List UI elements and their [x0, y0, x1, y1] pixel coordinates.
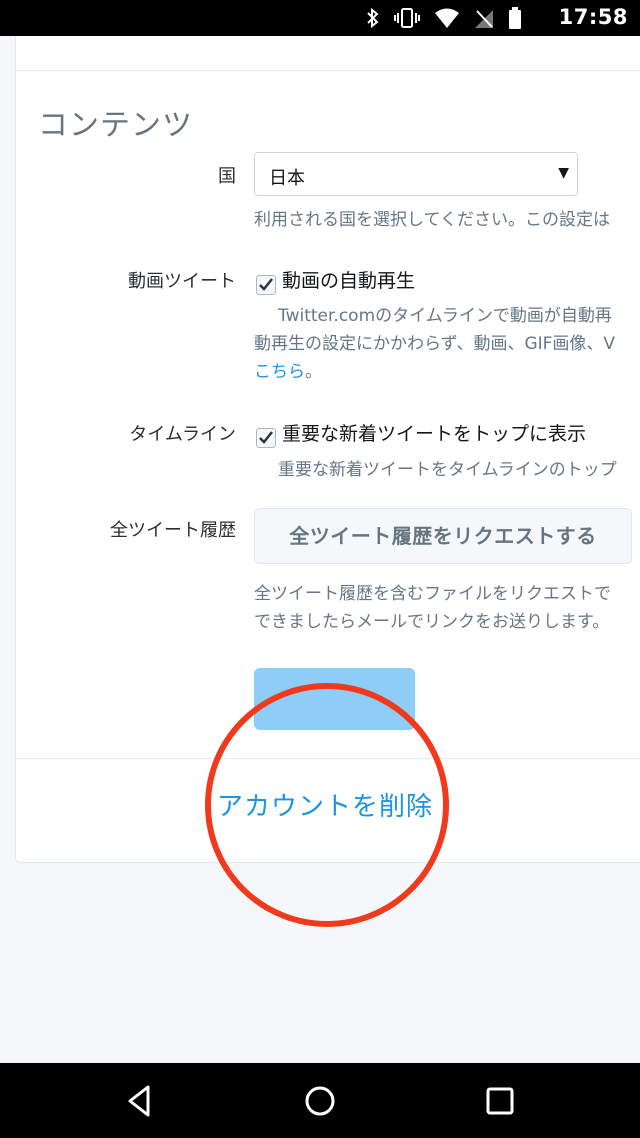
timeline-checkbox[interactable] [256, 428, 276, 448]
back-icon[interactable] [120, 1083, 160, 1119]
save-button[interactable] [254, 668, 415, 730]
request-archive-button[interactable]: 全ツイート履歴をリクエストする [254, 508, 632, 564]
checkmark-icon [259, 431, 273, 444]
status-icons [366, 7, 522, 29]
wifi-icon [435, 8, 459, 28]
timeline-label: タイムライン [129, 424, 236, 445]
country-label: 国 [218, 166, 236, 187]
video-help-line2: 動再生の設定にかかわらず、動画、GIF画像、V [254, 334, 616, 354]
settings-card: コンテンツ 国 日本 ▼ 利用される国を選択してください。この設定は 動画ツイー… [15, 36, 640, 863]
archive-label: 全ツイート履歴 [110, 520, 236, 541]
timeline-checkbox-label: 重要な新着ツイートをトップに表示 [282, 423, 587, 445]
archive-help-line1: 全ツイート履歴を含むファイルをリクエストで [254, 584, 611, 604]
recents-icon[interactable] [480, 1083, 520, 1119]
checkmark-icon [259, 278, 273, 291]
no-signal-icon [475, 10, 493, 28]
status-bar: 17:58 [0, 0, 640, 36]
dropdown-arrow-icon: ▼ [558, 165, 569, 181]
video-autoplay-checkbox[interactable] [256, 275, 276, 295]
country-selected-value: 日本 [269, 168, 305, 189]
video-label: 動画ツイート [128, 271, 236, 292]
video-help-link-suffix: 。 [305, 362, 322, 382]
divider [16, 70, 640, 71]
video-help-line1: Twitter.comのタイムラインで動画が自動再 [278, 306, 612, 326]
home-icon[interactable] [300, 1083, 340, 1119]
divider [16, 758, 640, 759]
vibrate-icon [394, 8, 420, 28]
video-help-link[interactable]: こちら [254, 362, 305, 382]
section-title: コンテンツ [38, 108, 193, 143]
video-help-line3: こちら。 [254, 358, 322, 386]
country-select[interactable]: 日本 ▼ [254, 152, 578, 196]
navigation-bar [0, 1063, 640, 1138]
status-time: 17:58 [558, 5, 628, 29]
country-help: 利用される国を選択してください。この設定は [254, 210, 610, 230]
archive-help-line2: できましたらメールでリンクをお送りします。 [254, 612, 610, 632]
bluetooth-icon [367, 7, 379, 29]
battery-icon [509, 7, 521, 29]
timeline-help: 重要な新着ツイートをタイムラインのトップ [278, 460, 617, 480]
delete-account-link[interactable]: アカウントを削除 [217, 786, 433, 823]
video-autoplay-label: 動画の自動再生 [282, 270, 416, 292]
